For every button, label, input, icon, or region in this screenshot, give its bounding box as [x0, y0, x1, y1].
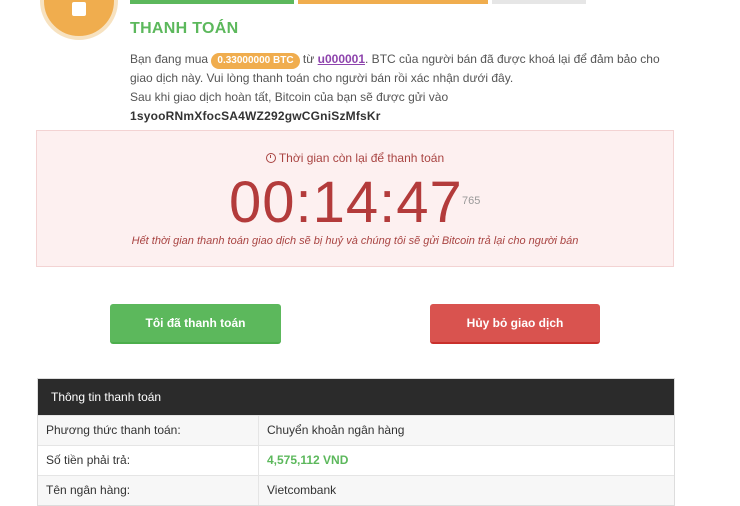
- step-icon: [40, 0, 118, 40]
- desc-text-2: . BTC của người bán đã được khoá lại để …: [130, 52, 660, 85]
- desc-text-3: Sau khi giao dịch hoàn tất, Bitcoin của …: [130, 90, 449, 104]
- desc-text: Bạn đang mua: [130, 52, 209, 66]
- seller-link[interactable]: u000001: [318, 52, 365, 66]
- row-label: Tên ngân hàng:: [38, 476, 259, 505]
- countdown-box: Thời gian còn lại để thanh toán 00:14:47…: [36, 130, 674, 267]
- page-title: THANH TOÁN: [130, 20, 239, 37]
- cancel-transaction-button[interactable]: Hủy bỏ giao dịch: [430, 304, 600, 344]
- payment-info-panel: Thông tin thanh toán Phương thức thanh t…: [37, 378, 675, 506]
- wallet-address: 1syooRNmXfocSA4WZ292gwCGniSzMfsKr: [130, 109, 381, 123]
- progress-step-2: [298, 0, 488, 4]
- timer-label-text: Thời gian còn lại để thanh toán: [278, 151, 445, 165]
- row-value: 4,575,112 VND: [267, 453, 349, 467]
- table-row: Tên ngân hàng: Vietcombank: [38, 475, 674, 505]
- countdown-ms: 765: [462, 195, 481, 207]
- confirm-paid-button[interactable]: Tôi đã thanh toán: [110, 304, 281, 344]
- description: Bạn đang mua 0.33000000 BTC từ u000001. …: [130, 50, 670, 126]
- countdown-time: 00:14:47: [229, 170, 463, 235]
- desc-from: từ: [302, 52, 315, 66]
- panel-title: Thông tin thanh toán: [38, 379, 674, 415]
- table-row: Số tiền phải trả: 4,575,112 VND: [38, 445, 674, 475]
- progress-bar: [130, 0, 586, 4]
- row-value: Vietcombank: [267, 483, 337, 497]
- clock-icon: [265, 153, 276, 163]
- row-label: Phương thức thanh toán:: [38, 416, 259, 445]
- btc-amount-badge: 0.33000000 BTC: [211, 53, 300, 69]
- timer-label: Thời gian còn lại để thanh toán: [37, 151, 673, 165]
- progress-step-3: [492, 0, 586, 4]
- row-label: Số tiền phải trả:: [38, 446, 259, 475]
- table-row: Phương thức thanh toán: Chuyển khoản ngâ…: [38, 415, 674, 445]
- progress-step-1: [130, 0, 294, 4]
- timer-note: Hết thời gian thanh toán giao dịch sẽ bị…: [131, 235, 579, 247]
- row-value: Chuyển khoản ngân hàng: [267, 423, 405, 437]
